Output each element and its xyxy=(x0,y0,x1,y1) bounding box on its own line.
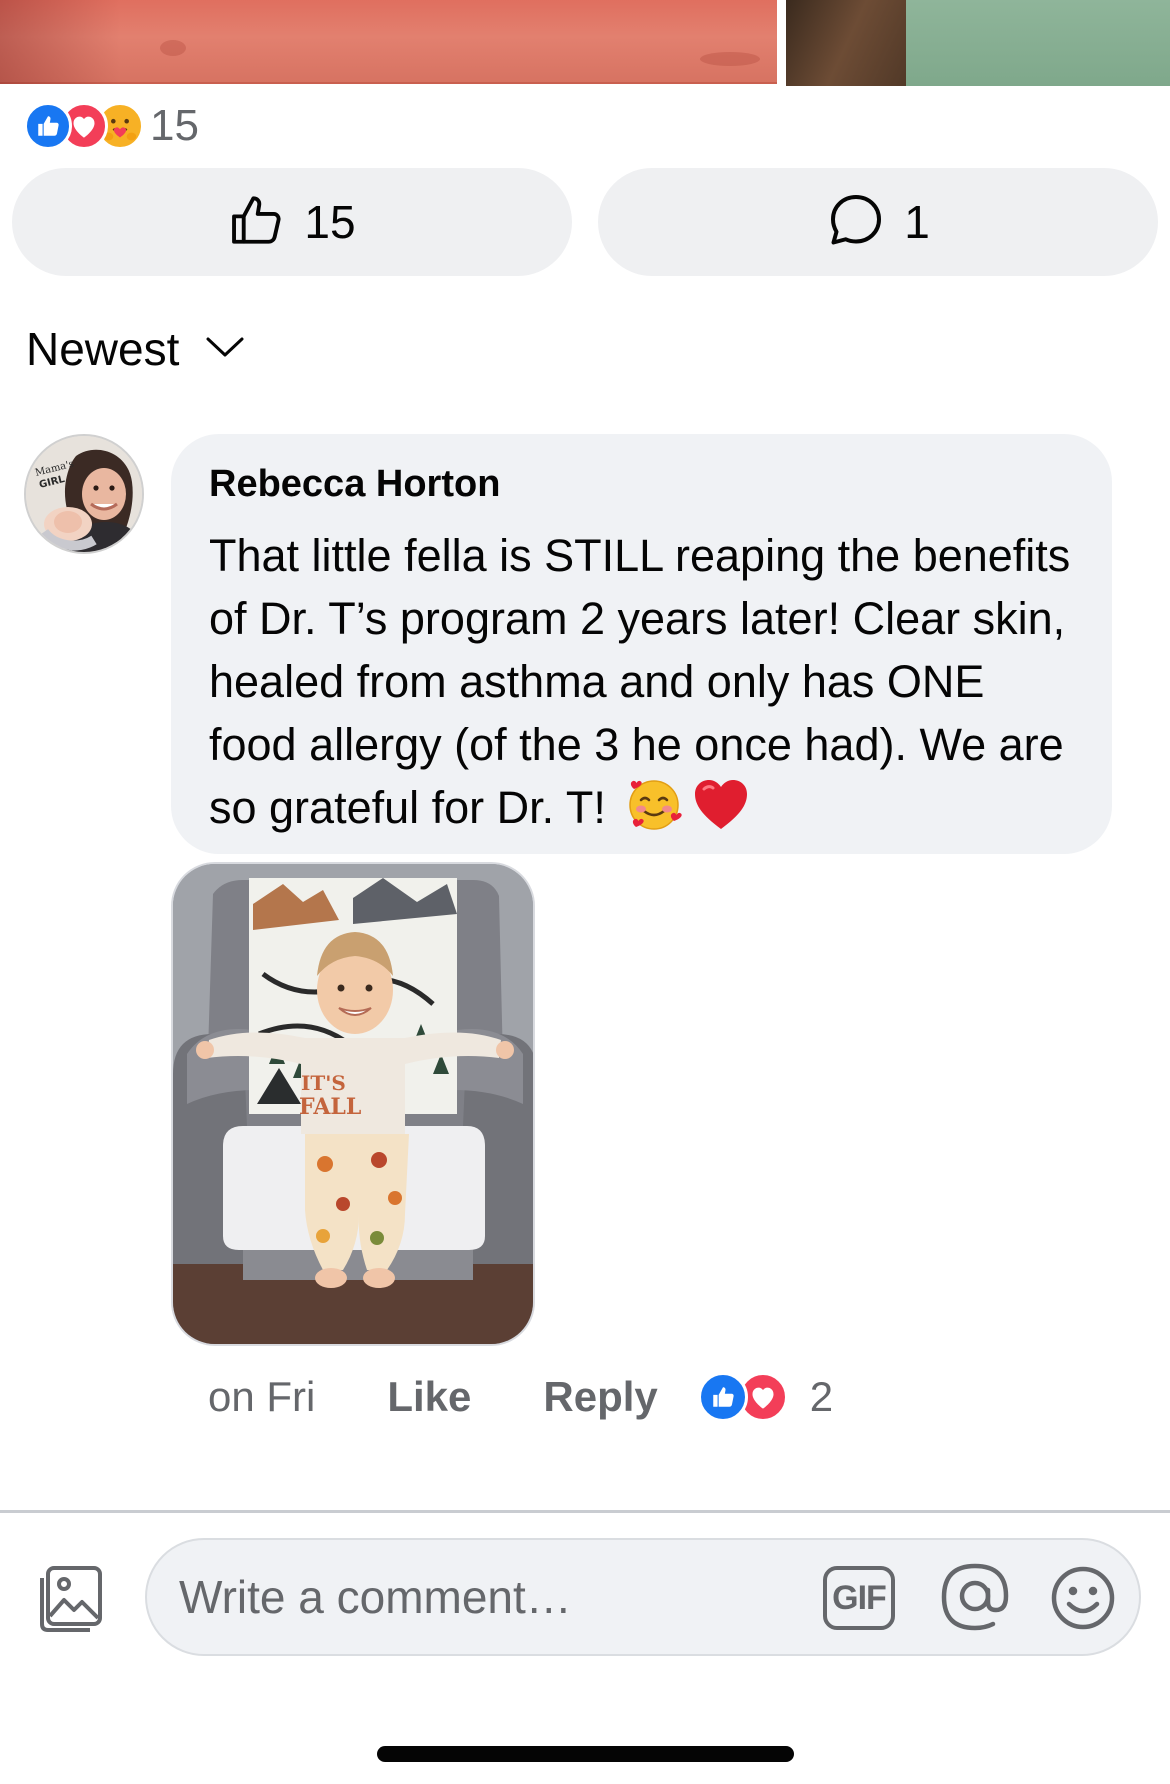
like-count: 15 xyxy=(304,196,356,248)
smiling-face-with-hearts-icon xyxy=(626,777,683,849)
comment-emojis xyxy=(626,777,750,849)
comment-reaction-summary[interactable]: 2 xyxy=(697,1372,834,1422)
attach-photo-button[interactable] xyxy=(34,1562,106,1634)
photo-detail xyxy=(786,0,926,86)
comment-like-button[interactable]: Like xyxy=(387,1373,471,1421)
thumbs-up-icon xyxy=(228,191,286,254)
at-sign-icon xyxy=(939,1560,1011,1637)
comment-composer[interactable]: GIF xyxy=(145,1538,1141,1656)
commenter-avatar[interactable]: Mama's GIRL xyxy=(24,434,144,554)
composer-divider xyxy=(0,1510,1170,1513)
comment-reply-button[interactable]: Reply xyxy=(543,1373,657,1421)
photo-detail xyxy=(160,40,186,56)
gif-button[interactable]: GIF xyxy=(823,1566,895,1630)
comment-author[interactable]: Rebecca Horton xyxy=(209,463,1074,506)
home-indicator xyxy=(377,1746,794,1762)
like-reaction-icon xyxy=(24,102,72,150)
like-reaction-icon xyxy=(697,1372,748,1422)
post-photos[interactable] xyxy=(0,0,1170,86)
comment-actions: on Fri Like Reply 2 xyxy=(208,1362,833,1432)
chevron-down-icon xyxy=(205,335,245,364)
comment-button[interactable]: 1 xyxy=(598,168,1158,276)
comment-count: 1 xyxy=(904,196,930,248)
comment-reaction-count: 2 xyxy=(809,1373,834,1420)
comment-text-block: That little fella is STILL reaping the b… xyxy=(209,524,1074,849)
photo-detail xyxy=(906,0,1170,86)
comment-timestamp[interactable]: on Fri xyxy=(208,1373,315,1421)
comment-bubble[interactable]: Rebecca Horton That little fella is STIL… xyxy=(171,434,1112,854)
svg-text:FALL: FALL xyxy=(299,1094,361,1120)
comment-bubble-icon xyxy=(826,190,886,255)
reaction-count[interactable]: 15 xyxy=(150,101,199,151)
photo-detail xyxy=(700,52,760,66)
comment-sort-dropdown[interactable]: Newest xyxy=(26,322,245,376)
reaction-summary[interactable]: 15 xyxy=(24,100,199,152)
post-photo-left[interactable] xyxy=(0,0,777,84)
like-button[interactable]: 15 xyxy=(12,168,572,276)
comment-photo[interactable]: IT'S FALL xyxy=(171,862,535,1346)
smiley-icon xyxy=(1047,1566,1119,1638)
emoji-button[interactable] xyxy=(1047,1562,1119,1634)
red-heart-icon xyxy=(692,777,750,849)
sort-label: Newest xyxy=(26,323,180,375)
comment-input[interactable] xyxy=(179,1540,779,1654)
photo-shade xyxy=(0,0,120,84)
mention-button[interactable] xyxy=(939,1562,1011,1634)
svg-text:IT'S: IT'S xyxy=(301,1071,346,1095)
photo-icon xyxy=(34,1566,106,1638)
post-photo-right[interactable] xyxy=(786,0,1170,86)
